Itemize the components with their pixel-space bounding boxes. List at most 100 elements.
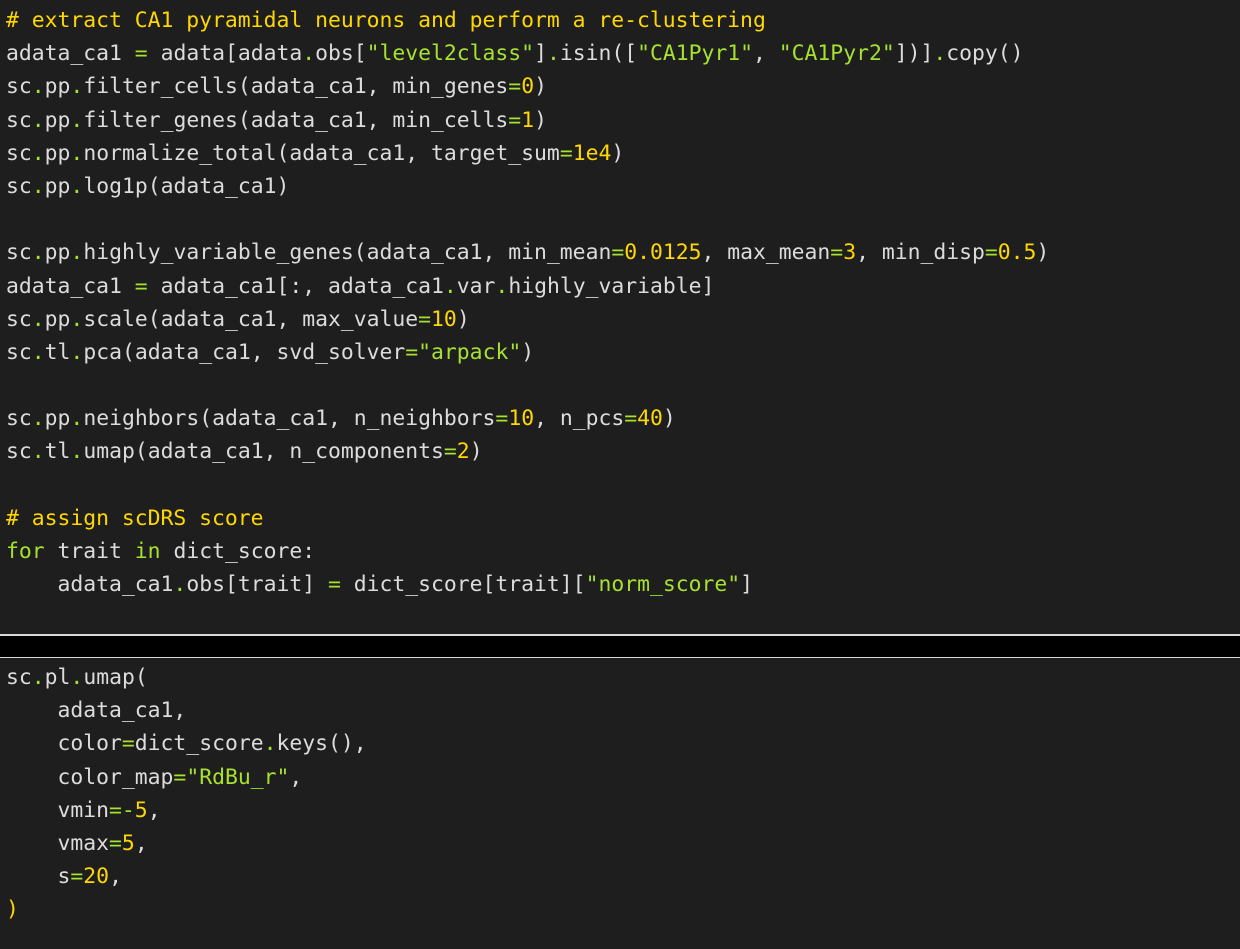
code-token: # assign scDRS score — [6, 505, 264, 531]
code-token: pp — [44, 173, 71, 199]
code-token: filter_cells(adata_ca1, min_genes — [83, 74, 509, 100]
code-line: color=dict_score.keys(), — [6, 727, 1240, 760]
code-token: adata_ca1, — [6, 698, 187, 724]
code-line: vmax=5, — [6, 827, 1240, 860]
code-line: for trait in dict_score: — [6, 535, 1240, 568]
code-token: ])] — [894, 41, 934, 67]
code-token: keys(), — [276, 731, 367, 757]
code-line: sc.pp.normalize_total(adata_ca1, target_… — [6, 137, 1240, 170]
code-cell-2[interactable]: sc.pl.umap( adata_ca1, color=dict_score.… — [0, 658, 1240, 949]
code-token: = — [134, 273, 148, 299]
code-token: tl — [44, 339, 71, 365]
code-line: s=20, — [6, 860, 1240, 893]
code-token: adata_ca1 — [6, 273, 135, 299]
code-line: color_map="RdBu_r", — [6, 761, 1240, 794]
code-token: highly_variable_genes(adata_ca1, min_mea… — [83, 240, 612, 266]
code-token: sc — [6, 240, 32, 266]
code-token: = — [70, 864, 84, 890]
code-token: . — [70, 240, 84, 266]
code-token: . — [70, 665, 84, 690]
code-token: "level2class" — [366, 41, 535, 67]
code-token: tl — [44, 439, 71, 465]
code-token: . — [31, 74, 45, 100]
code-token: neighbors(adata_ca1, n_neighbors — [83, 406, 496, 432]
code-token: isin([ — [559, 41, 638, 67]
code-token: pp — [44, 74, 71, 100]
code-token: dict_score[trait][ — [340, 572, 586, 598]
code-token: . — [31, 406, 45, 432]
code-line: sc.pp.filter_genes(adata_ca1, min_cells=… — [6, 104, 1240, 137]
code-token: 0 — [521, 74, 535, 100]
code-token: color — [6, 731, 122, 757]
code-token: ) — [1036, 240, 1050, 266]
code-token: . — [263, 731, 277, 757]
code-token: var — [456, 273, 496, 299]
code-token: sc — [6, 107, 32, 133]
code-token: sc — [6, 339, 32, 365]
code-token: 10 — [508, 406, 535, 432]
code-token: . — [933, 41, 947, 67]
code-token: sc — [6, 439, 32, 465]
code-token: scale(adata_ca1, max_value — [83, 306, 419, 332]
code-token: sc — [6, 306, 32, 332]
code-line: sc.tl.umap(adata_ca1, n_components=2) — [6, 435, 1240, 468]
code-token: , n_pcs — [534, 406, 625, 432]
code-token: , — [753, 41, 779, 67]
code-line: sc.pp.log1p(adata_ca1) — [6, 170, 1240, 203]
code-token: 2 — [456, 439, 470, 465]
code-token: s — [6, 864, 71, 890]
code-token: sc — [6, 173, 32, 199]
code-token: obs[ — [315, 41, 367, 67]
code-cell-1[interactable]: # extract CA1 pyramidal neurons and perf… — [0, 0, 1240, 635]
code-token: . — [70, 406, 84, 432]
code-token: adata[adata — [147, 41, 303, 67]
code-token: 40 — [637, 406, 663, 432]
code-token: . — [31, 306, 45, 332]
code-editor-2[interactable]: sc.pl.umap( adata_ca1, color=dict_score.… — [6, 658, 1240, 927]
code-token: . — [70, 173, 84, 199]
code-line: sc.pl.umap( — [6, 661, 1240, 694]
code-token: ) — [6, 897, 19, 923]
code-token: = — [405, 339, 419, 365]
code-token: 0.5 — [997, 240, 1037, 266]
code-token: 1e4 — [572, 140, 612, 166]
code-token: for — [6, 539, 45, 564]
code-line: vmin=-5, — [6, 794, 1240, 827]
code-token: copy() — [946, 41, 1024, 67]
code-token: . — [31, 173, 45, 199]
code-token: . — [70, 439, 84, 465]
code-token: in — [134, 539, 161, 564]
code-token: ] — [740, 572, 753, 598]
code-token: adata_ca1 — [6, 41, 135, 67]
code-token: ] — [534, 41, 547, 67]
code-token: . — [443, 273, 457, 299]
code-line: adata_ca1 = adata_ca1[:, adata_ca1.var.h… — [6, 270, 1240, 303]
code-token: filter_genes(adata_ca1, min_cells — [83, 107, 509, 133]
code-token: highly_variable] — [508, 273, 715, 299]
code-token: = — [327, 572, 341, 598]
code-token: umap(adata_ca1, n_components — [83, 439, 444, 465]
code-token: sc — [6, 140, 32, 166]
code-token: ) — [521, 339, 535, 365]
code-token: = — [830, 240, 844, 266]
code-token: , — [289, 764, 303, 790]
code-token: , — [134, 830, 148, 856]
code-token: =- — [109, 797, 135, 823]
code-editor-1[interactable]: # extract CA1 pyramidal neurons and perf… — [6, 0, 1240, 601]
code-token: color_map — [6, 764, 174, 790]
code-token: vmin — [6, 797, 110, 823]
code-token: "arpack" — [418, 339, 522, 365]
code-line: adata_ca1 = adata[adata.obs["level2class… — [6, 37, 1240, 70]
code-token: = — [109, 830, 122, 856]
code-token: , — [147, 797, 161, 823]
code-token: , max_mean — [701, 240, 831, 266]
code-token: pp — [44, 107, 71, 133]
code-token: . — [31, 140, 45, 166]
code-token: umap( — [83, 665, 148, 690]
code-line: # assign scDRS score — [6, 502, 1240, 535]
code-token: pl — [44, 665, 71, 690]
code-token: ) — [611, 140, 625, 166]
code-token: pp — [44, 240, 71, 266]
